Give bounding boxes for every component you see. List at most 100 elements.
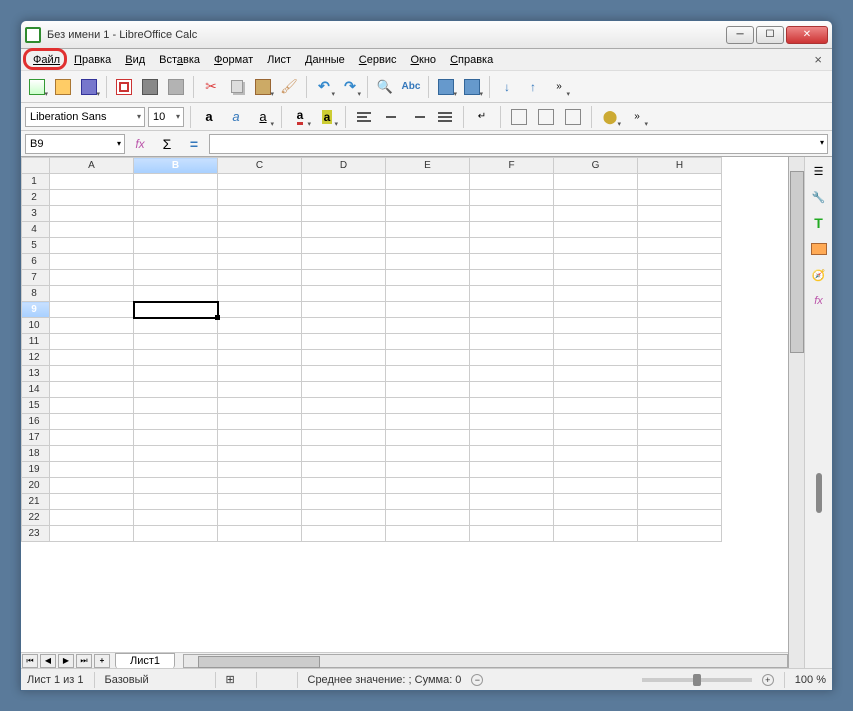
cell[interactable] xyxy=(218,286,302,302)
bold-button[interactable]: a xyxy=(197,105,221,129)
cell[interactable] xyxy=(470,238,554,254)
cell[interactable] xyxy=(554,478,638,494)
sort-asc-button[interactable]: ↓ xyxy=(495,75,519,99)
zoom-level[interactable]: 100 % xyxy=(795,674,826,686)
cell[interactable] xyxy=(134,366,218,382)
cell[interactable] xyxy=(134,398,218,414)
cell[interactable] xyxy=(50,510,134,526)
cell[interactable] xyxy=(218,350,302,366)
row-header[interactable]: 9 xyxy=(22,302,50,318)
cell[interactable] xyxy=(134,270,218,286)
open-button[interactable] xyxy=(51,75,75,99)
row-header[interactable]: 16 xyxy=(22,414,50,430)
cell[interactable] xyxy=(134,254,218,270)
cell[interactable] xyxy=(302,510,386,526)
cell[interactable] xyxy=(218,526,302,542)
cell[interactable] xyxy=(386,414,470,430)
cell[interactable] xyxy=(218,318,302,334)
cell[interactable] xyxy=(638,190,722,206)
formula-input[interactable] xyxy=(209,134,828,154)
cell[interactable] xyxy=(638,238,722,254)
cell[interactable] xyxy=(470,286,554,302)
document-close-icon[interactable]: × xyxy=(810,52,826,67)
align-right-button[interactable] xyxy=(406,105,430,129)
cell[interactable] xyxy=(470,302,554,318)
cell[interactable] xyxy=(638,414,722,430)
cell[interactable] xyxy=(386,478,470,494)
cell[interactable] xyxy=(386,238,470,254)
cell[interactable] xyxy=(638,206,722,222)
cell[interactable] xyxy=(50,254,134,270)
cell[interactable] xyxy=(50,414,134,430)
last-sheet-button[interactable]: ⏭ xyxy=(76,654,92,668)
cell[interactable] xyxy=(218,254,302,270)
print-button[interactable] xyxy=(138,75,162,99)
font-color-button[interactable]: a xyxy=(288,105,312,129)
underline-button[interactable]: a xyxy=(251,105,275,129)
cell[interactable] xyxy=(134,414,218,430)
cell[interactable] xyxy=(554,430,638,446)
cell[interactable] xyxy=(50,462,134,478)
cell[interactable] xyxy=(50,334,134,350)
cell[interactable] xyxy=(218,190,302,206)
cell[interactable] xyxy=(302,494,386,510)
cell[interactable] xyxy=(470,526,554,542)
cell[interactable] xyxy=(50,398,134,414)
row-header[interactable]: 10 xyxy=(22,318,50,334)
cell[interactable] xyxy=(302,366,386,382)
select-all-corner[interactable] xyxy=(22,158,50,174)
cell[interactable] xyxy=(470,398,554,414)
cell[interactable] xyxy=(554,270,638,286)
functions-icon[interactable]: fx xyxy=(809,291,829,311)
cell[interactable] xyxy=(554,462,638,478)
cell[interactable] xyxy=(50,222,134,238)
cell[interactable] xyxy=(638,526,722,542)
row-header[interactable]: 14 xyxy=(22,382,50,398)
font-size-combo[interactable]: 10 xyxy=(148,107,184,127)
row-header[interactable]: 15 xyxy=(22,398,50,414)
close-button[interactable]: ✕ xyxy=(786,26,828,44)
column-button[interactable] xyxy=(460,75,484,99)
cell[interactable] xyxy=(386,430,470,446)
cell[interactable] xyxy=(554,174,638,190)
cell[interactable] xyxy=(50,302,134,318)
cell[interactable] xyxy=(218,478,302,494)
row-header[interactable]: 13 xyxy=(22,366,50,382)
cell[interactable] xyxy=(302,430,386,446)
row-header[interactable]: 19 xyxy=(22,462,50,478)
cell[interactable] xyxy=(50,206,134,222)
cell[interactable] xyxy=(50,190,134,206)
function-button[interactable]: = xyxy=(182,132,206,156)
cell[interactable] xyxy=(218,302,302,318)
cell[interactable] xyxy=(554,494,638,510)
cell[interactable] xyxy=(638,174,722,190)
row-header[interactable]: 3 xyxy=(22,206,50,222)
cell[interactable] xyxy=(470,414,554,430)
cell[interactable] xyxy=(554,318,638,334)
split-button[interactable] xyxy=(561,105,585,129)
row-header[interactable]: 5 xyxy=(22,238,50,254)
cell[interactable] xyxy=(554,206,638,222)
menu-data[interactable]: Данные xyxy=(299,52,351,68)
cell[interactable] xyxy=(470,254,554,270)
cell[interactable] xyxy=(386,446,470,462)
cell[interactable] xyxy=(302,478,386,494)
spellcheck-button[interactable]: Abc xyxy=(399,75,423,99)
cell[interactable] xyxy=(386,206,470,222)
cell[interactable] xyxy=(638,366,722,382)
cell[interactable] xyxy=(134,286,218,302)
cell[interactable] xyxy=(302,222,386,238)
cell[interactable] xyxy=(50,430,134,446)
cell[interactable] xyxy=(470,366,554,382)
cell[interactable] xyxy=(470,462,554,478)
row-header[interactable]: 1 xyxy=(22,174,50,190)
cell[interactable] xyxy=(638,478,722,494)
cell[interactable] xyxy=(386,174,470,190)
cell[interactable] xyxy=(218,446,302,462)
zoom-slider[interactable] xyxy=(642,678,752,682)
cell[interactable] xyxy=(386,510,470,526)
cell[interactable] xyxy=(302,382,386,398)
cell[interactable] xyxy=(470,270,554,286)
cell[interactable] xyxy=(302,238,386,254)
cell[interactable] xyxy=(134,238,218,254)
